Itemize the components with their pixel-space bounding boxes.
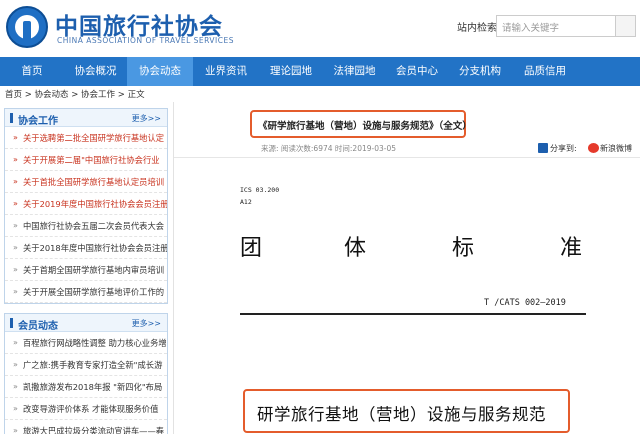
member-news-panel: 会员动态 更多>> 百程旅行网战略性调整 助力核心业务增 广之旅:携手教育专家打…	[4, 313, 168, 434]
nav-item-credit[interactable]: 品质信用	[512, 57, 578, 86]
list-item[interactable]: 广之旅:携手教育专家打造全新"成长游	[5, 354, 167, 376]
list-item[interactable]: 百程旅行网战略性调整 助力核心业务增	[5, 332, 167, 354]
article-meta: 来源: 阅读次数:6974 时间:2019-03-05	[261, 144, 397, 153]
panel-title: 协会工作	[10, 112, 58, 127]
share-label[interactable]: 分享到:	[550, 143, 577, 154]
nav-item-about[interactable]: 协会概况	[64, 57, 127, 86]
nav-item-home[interactable]: 首页	[0, 57, 64, 86]
search-label: 站内检索	[457, 23, 497, 34]
article-content: 《研学旅行基地（营地）设施与服务规范》（全文） 来源: 阅读次数:6974 时间…	[173, 102, 640, 434]
list-item[interactable]: 关于开展第二届"中国旅行社协会行业	[5, 149, 167, 171]
ics-code: ICS 03.200	[240, 186, 280, 194]
nav-item-branches[interactable]: 分支机构	[448, 57, 512, 86]
doc-title: 研学旅行基地（营地）设施与服务规范	[257, 405, 546, 424]
list-item[interactable]: 关于首期全国研学旅行基地内审员培训	[5, 259, 167, 281]
site-header: 中国旅行社协会 CHINA ASSOCIATION OF TRAVEL SERV…	[0, 0, 640, 56]
article-meta-bar: 来源: 阅读次数:6974 时间:2019-03-05 分享到: 新浪微博	[174, 140, 640, 158]
more-link[interactable]: 更多>>	[132, 318, 161, 329]
list-item[interactable]: 关于首批全国研学旅行基地认定员培训	[5, 171, 167, 193]
nav-item-news[interactable]: 协会动态	[127, 57, 193, 86]
article-title: 《研学旅行基地（营地）设施与服务规范》（全文）	[258, 121, 472, 132]
list-item[interactable]: 关于2018年度中国旅行社协会会员注册	[5, 237, 167, 259]
divider	[240, 313, 586, 315]
nav-item-law[interactable]: 法律园地	[323, 57, 386, 86]
panel-header: 协会工作 更多>>	[5, 109, 167, 127]
list-item[interactable]: 改变导游评价体系 才能体现服务价值	[5, 398, 167, 420]
share-icon[interactable]	[538, 143, 548, 153]
list-item[interactable]: 凯撒旅游发布2018年报 "新四化"布局	[5, 376, 167, 398]
list-item[interactable]: 关于选聘第二批全国研学旅行基地认定	[5, 127, 167, 149]
class-code: A12	[240, 198, 252, 206]
standard-char: 体	[344, 236, 367, 261]
weibo-icon[interactable]	[588, 143, 599, 153]
standard-number: T /CATS 002—2019	[484, 298, 566, 308]
standard-char: 标	[452, 236, 475, 261]
nav-item-theory[interactable]: 理论园地	[259, 57, 323, 86]
standard-document-image: ICS 03.200 A12 团 体 标 准 T /CATS 002—2019 …	[188, 158, 628, 434]
panel-title: 会员动态	[10, 317, 58, 332]
list-item[interactable]: 关于开展全国研学旅行基地评价工作的	[5, 281, 167, 303]
search-input[interactable]: 请输入关键字	[496, 15, 616, 37]
more-link[interactable]: 更多>>	[132, 113, 161, 124]
nav-item-industry[interactable]: 业界资讯	[193, 57, 259, 86]
standard-char: 团	[240, 236, 263, 261]
nav-item-members[interactable]: 会员中心	[386, 57, 448, 86]
list-item[interactable]: 关于2019年度中国旅行社协会会员注册	[5, 193, 167, 215]
panel-header: 会员动态 更多>>	[5, 314, 167, 332]
association-logo-icon[interactable]	[6, 6, 48, 48]
site-subtitle: CHINA ASSOCIATION OF TRAVEL SERVICES	[57, 36, 235, 45]
weibo-share-link[interactable]: 新浪微博	[600, 143, 632, 154]
standard-char: 准	[560, 236, 583, 261]
list-item[interactable]: 旅游大巴成拉圾分类流动宣讲车——春	[5, 420, 167, 434]
main-nav: 首页 协会概况 协会动态 业界资讯 理论园地 法律园地 会员中心 分支机构 品质…	[0, 57, 640, 86]
doc-title-box: 研学旅行基地（营地）设施与服务规范	[243, 389, 570, 433]
breadcrumb[interactable]: 首页 > 协会动态 > 协会工作 > 正文	[5, 88, 145, 100]
article-title-box: 《研学旅行基地（营地）设施与服务规范》（全文）	[250, 110, 472, 138]
list-item[interactable]: 中国旅行社协会五届二次会员代表大会	[5, 215, 167, 237]
search-button[interactable]	[616, 15, 636, 37]
association-work-panel: 协会工作 更多>> 关于选聘第二批全国研学旅行基地认定 关于开展第二届"中国旅行…	[4, 108, 168, 304]
